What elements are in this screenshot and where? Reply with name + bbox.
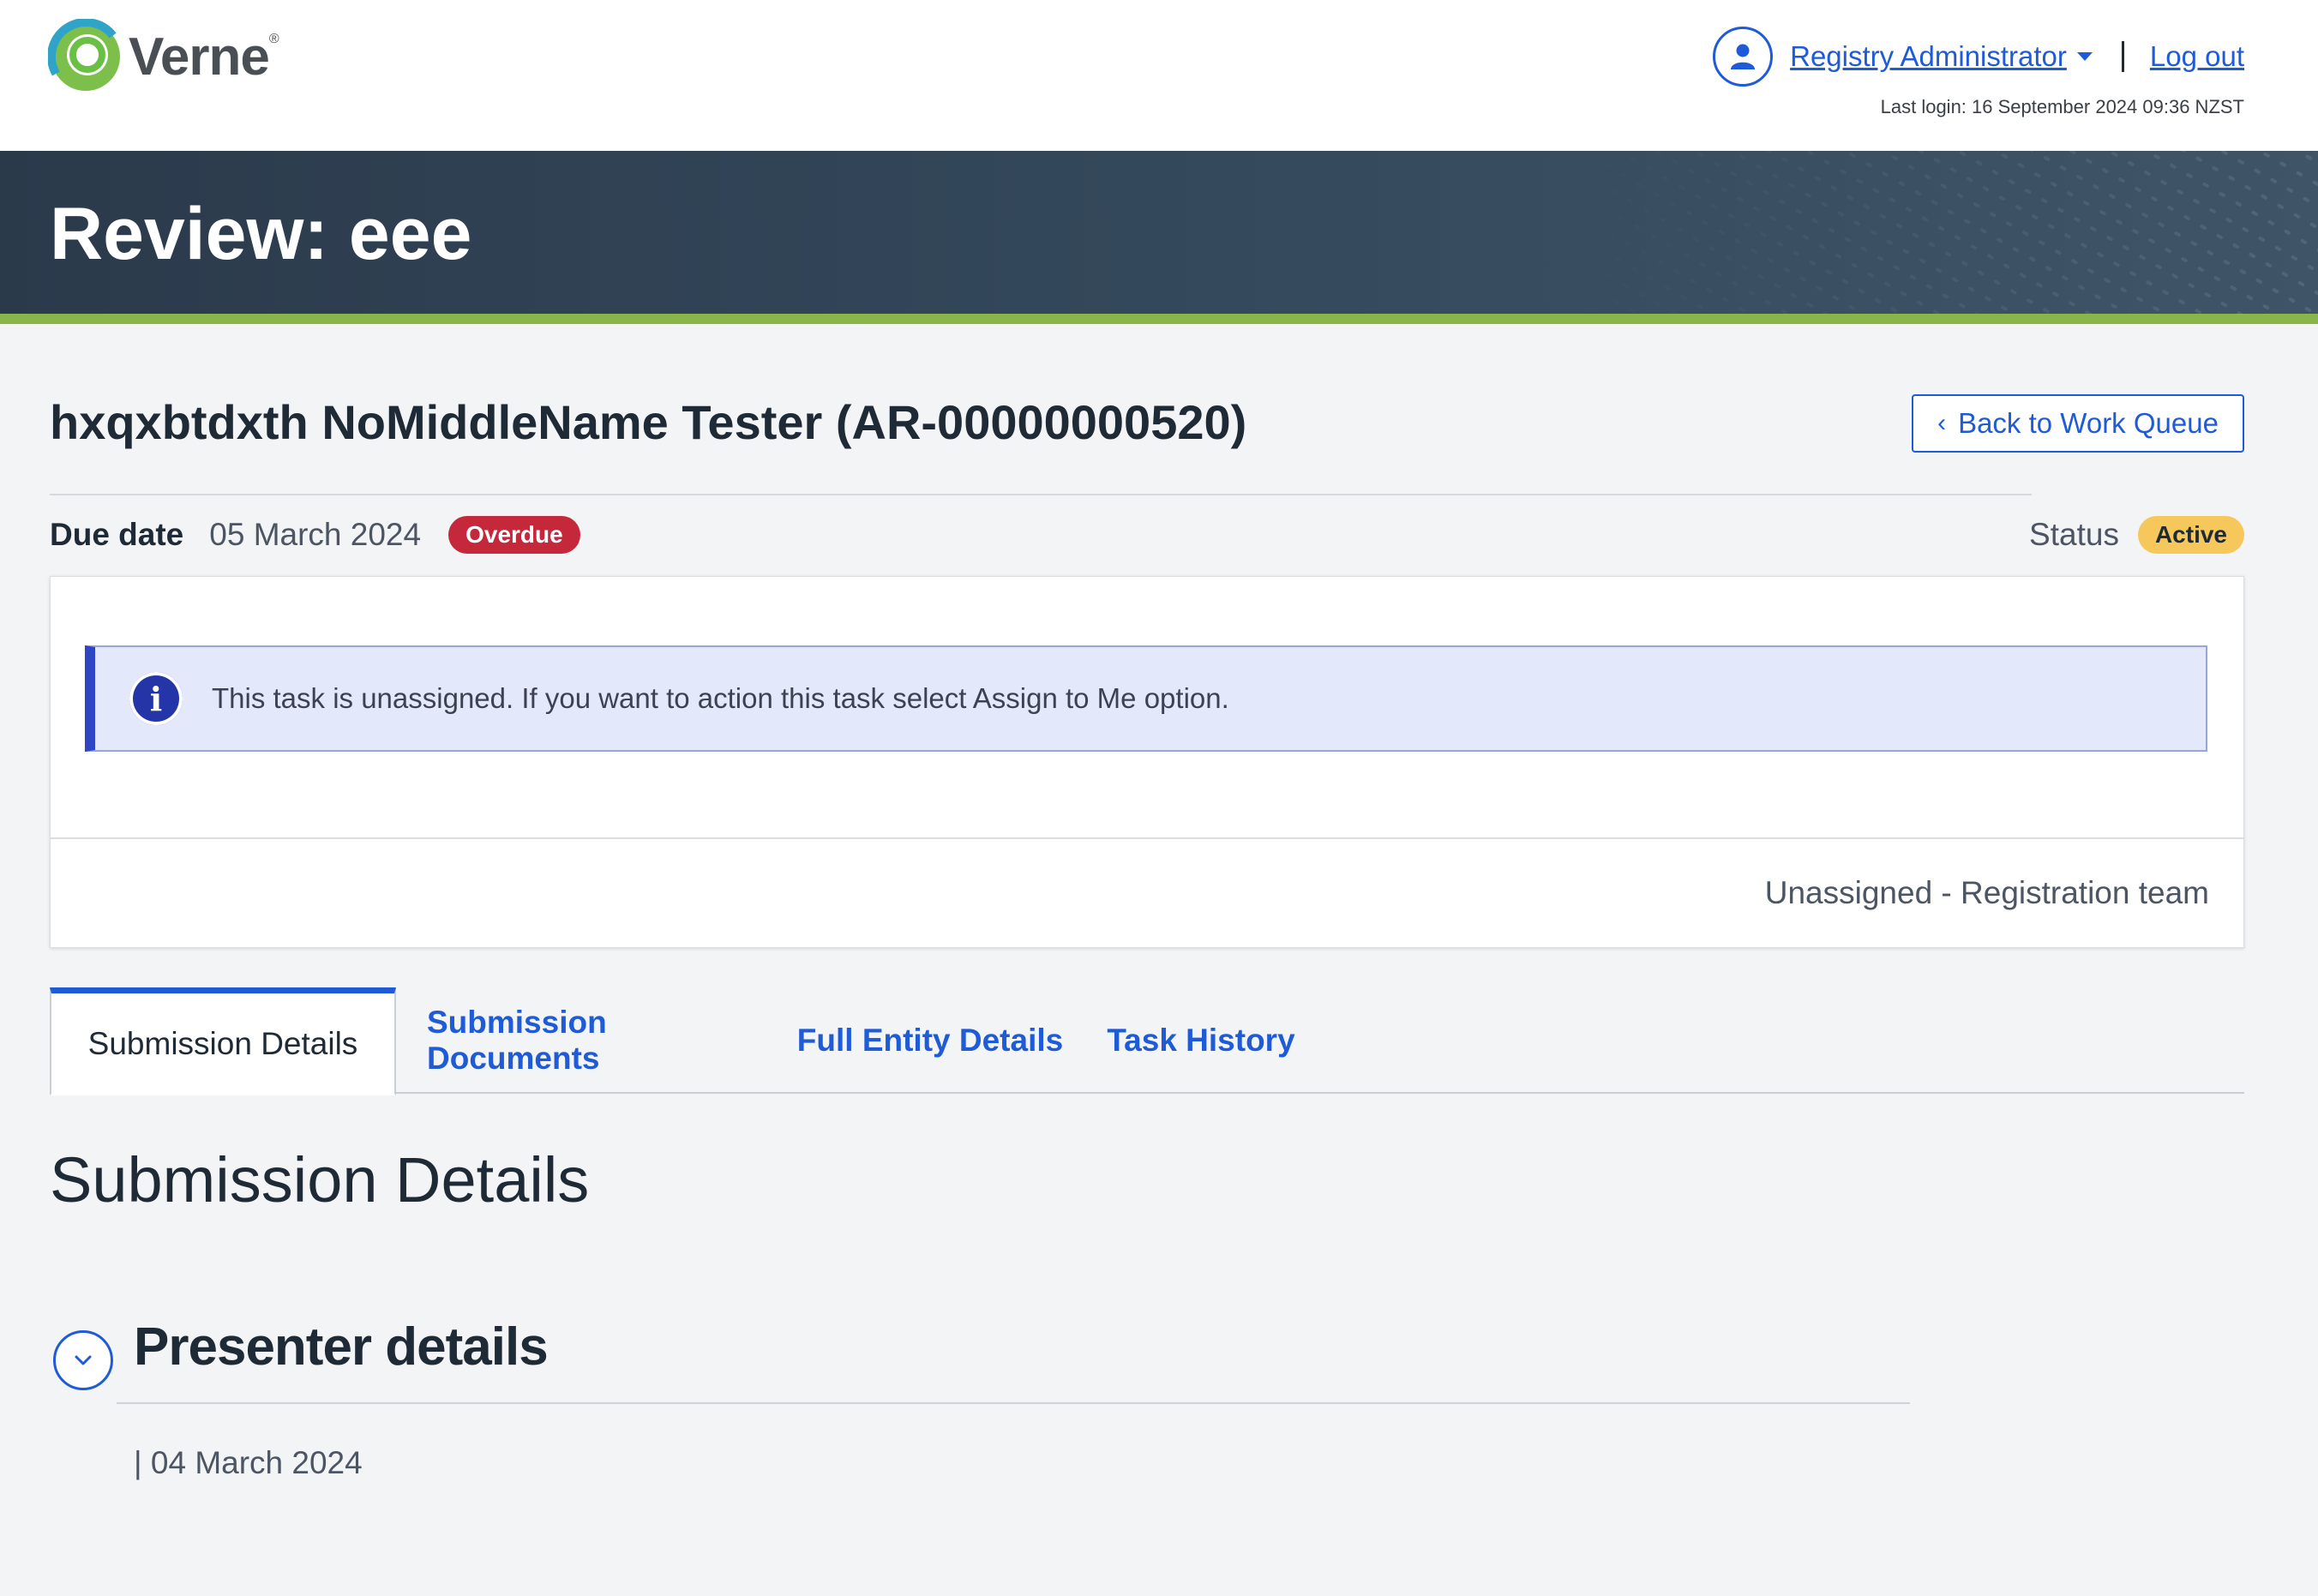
unassigned-alert: i This task is unassigned. If you want t… — [85, 645, 2207, 752]
task-card: i This task is unassigned. If you want t… — [50, 576, 2244, 948]
last-login-text: Last login: 16 September 2024 09:36 NZST — [1880, 96, 2244, 117]
logo-text: Verne® — [129, 27, 279, 87]
divider — [50, 494, 2032, 495]
divider — [51, 837, 2243, 839]
status-label: Status — [2029, 517, 2119, 552]
alert-text: This task is unassigned. If you want to … — [212, 682, 1229, 714]
chevron-down-icon[interactable] — [2076, 52, 2093, 61]
back-button-label: Back to Work Queue — [1958, 407, 2219, 439]
presenter-date: | 04 March 2024 — [134, 1445, 363, 1480]
top-header: Verne® Registry Administrator Log out La… — [0, 0, 2318, 151]
verne-logo-icon — [48, 19, 123, 94]
chevron-down-icon — [75, 1355, 92, 1365]
status-row: Status Active — [2029, 511, 2244, 559]
banner-pattern — [1546, 151, 2318, 314]
logout-link[interactable]: Log out — [2150, 40, 2244, 73]
user-area: Registry Administrator Log out Last logi… — [1713, 24, 2244, 118]
info-icon: i — [129, 672, 183, 725]
banner-accent-stripe — [0, 314, 2318, 324]
page-title: Review: eee — [50, 193, 472, 275]
due-date-row: Due date 05 March 2024 Overdue — [50, 511, 580, 559]
tab-submission-details[interactable]: Submission Details — [50, 987, 396, 1095]
overdue-badge: Overdue — [448, 516, 580, 554]
chevron-left-icon: ‹ — [1937, 409, 1947, 437]
collapse-toggle-button[interactable] — [53, 1330, 113, 1390]
user-icon[interactable] — [1713, 27, 1774, 87]
user-menu-link[interactable]: Registry Administrator — [1790, 40, 2067, 73]
page-banner: Review: eee — [0, 151, 2318, 314]
record-title: hxqxbtdxth NoMiddleName Tester (AR-00000… — [50, 395, 1247, 449]
back-to-work-queue-button[interactable]: ‹ Back to Work Queue — [1912, 394, 2244, 453]
due-date-value: 05 March 2024 — [209, 517, 422, 552]
tab-submission-documents[interactable]: Submission Documents — [427, 987, 756, 1094]
presenter-details-heading: Presenter details — [134, 1317, 549, 1377]
section-title: Submission Details — [50, 1144, 590, 1215]
tab-task-history[interactable]: Task History — [1106, 987, 1296, 1094]
divider — [117, 1402, 1910, 1404]
verne-logo[interactable]: Verne® — [48, 19, 279, 94]
tab-full-entity-details[interactable]: Full Entity Details — [787, 987, 1073, 1094]
status-badge: Active — [2137, 516, 2244, 554]
user-silhouette-icon — [1731, 44, 1756, 69]
tab-bar: Submission Details Submission Documents … — [50, 987, 2244, 1095]
assignee-text: Unassigned - Registration team — [1764, 875, 2209, 910]
due-date-label: Due date — [50, 517, 184, 552]
divider — [2121, 41, 2124, 72]
